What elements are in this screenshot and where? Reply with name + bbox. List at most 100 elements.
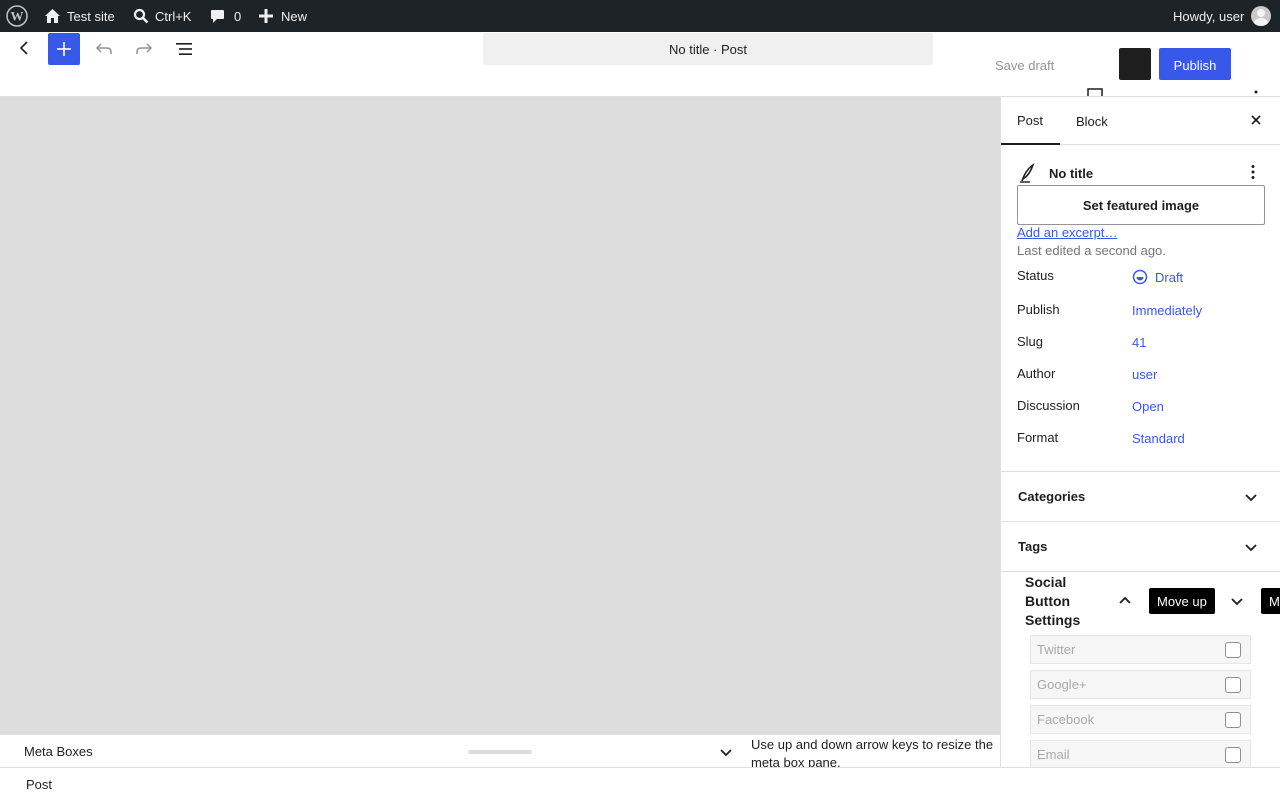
categories-title: Categories bbox=[1018, 489, 1086, 504]
chevron-down-icon bbox=[1243, 489, 1259, 508]
slug-row: Slug 41 bbox=[1017, 334, 1267, 354]
status-value[interactable]: Draft bbox=[1132, 269, 1183, 285]
publish-label: Publish bbox=[1017, 302, 1060, 317]
discussion-label: Discussion bbox=[1017, 398, 1080, 413]
discussion-row: Discussion Open bbox=[1017, 398, 1267, 418]
social-field-email[interactable]: Email bbox=[1030, 740, 1251, 767]
move-down-tooltip: M bbox=[1261, 588, 1280, 614]
editor-header: No title · Post bbox=[0, 32, 1280, 96]
settings-toggle-button[interactable] bbox=[1119, 48, 1151, 80]
set-featured-image-button[interactable]: Set featured image bbox=[1017, 185, 1265, 225]
avatar[interactable] bbox=[1251, 6, 1271, 26]
post-actions-button[interactable] bbox=[1251, 164, 1255, 183]
social-field-label: Email bbox=[1037, 747, 1070, 762]
close-sidebar-button[interactable] bbox=[1249, 113, 1263, 130]
slug-label: Slug bbox=[1017, 334, 1044, 349]
site-name: Test site bbox=[67, 8, 115, 24]
social-field-label: Google+ bbox=[1037, 677, 1087, 692]
more-vertical-icon bbox=[1251, 165, 1255, 179]
search-icon bbox=[133, 8, 149, 24]
publish-button[interactable]: Publish bbox=[1159, 48, 1231, 80]
comments-link[interactable]: 0 bbox=[210, 0, 241, 32]
add-excerpt-link[interactable]: Add an excerpt… bbox=[1017, 225, 1117, 240]
close-icon bbox=[1251, 115, 1261, 125]
document-overview-button[interactable] bbox=[172, 38, 196, 60]
new-label: New bbox=[281, 8, 308, 24]
redo-button[interactable] bbox=[132, 38, 156, 60]
draft-status-icon bbox=[1132, 269, 1148, 285]
document-bar[interactable]: No title · Post bbox=[483, 33, 933, 65]
comments-count: 0 bbox=[234, 8, 242, 24]
svg-text:W: W bbox=[11, 9, 24, 24]
social-field-facebook[interactable]: Facebook bbox=[1030, 705, 1251, 734]
publish-value[interactable]: Immediately bbox=[1132, 303, 1202, 318]
meta-boxes-bar[interactable]: Meta Boxes Use up and down arrow keys to… bbox=[0, 734, 1000, 770]
format-row: Format Standard bbox=[1017, 430, 1267, 450]
social-field-label: Twitter bbox=[1037, 642, 1076, 657]
last-edited-text: Last edited a second ago. bbox=[1017, 243, 1166, 258]
admin-bar: W Test site Ctrl+K 0 New Howdy, user bbox=[0, 0, 1280, 32]
document-title: No title · Post bbox=[668, 41, 748, 57]
wordpress-logo-icon[interactable]: W bbox=[6, 0, 28, 32]
divider bbox=[1001, 571, 1280, 572]
chevron-left-icon bbox=[19, 41, 28, 55]
format-value[interactable]: Standard bbox=[1132, 431, 1185, 446]
new-content-link[interactable]: New bbox=[259, 0, 307, 32]
post-card-title: No title bbox=[1049, 165, 1094, 181]
status-label: Status bbox=[1017, 268, 1054, 283]
my-account-link[interactable]: Howdy, user bbox=[1173, 0, 1244, 32]
slug-value[interactable]: 41 bbox=[1132, 335, 1146, 350]
plus-icon bbox=[259, 9, 273, 23]
move-up-tooltip: Move up bbox=[1149, 588, 1215, 614]
author-value[interactable]: user bbox=[1132, 367, 1157, 382]
social-field-twitter[interactable]: Twitter bbox=[1030, 635, 1251, 664]
move-up-button[interactable] bbox=[1117, 593, 1133, 612]
site-name-link[interactable]: Test site bbox=[44, 0, 115, 32]
chevron-down-icon bbox=[1243, 539, 1259, 558]
settings-sidebar: Post Block No title Set featured image A… bbox=[1000, 96, 1280, 767]
list-view-icon bbox=[176, 43, 192, 55]
status-row: Status Draft bbox=[1017, 268, 1267, 288]
twitter-checkbox[interactable] bbox=[1225, 642, 1241, 658]
meta-boxes-title: Meta Boxes bbox=[24, 744, 93, 759]
author-row: Author user bbox=[1017, 366, 1267, 386]
social-button-settings-title: Social Button Settings bbox=[1025, 574, 1081, 628]
block-inserter-button[interactable] bbox=[48, 33, 80, 65]
breadcrumb[interactable]: Post bbox=[26, 777, 52, 792]
author-label: Author bbox=[1017, 366, 1056, 381]
sidebar-tabs: Post Block bbox=[1001, 97, 1280, 145]
undo-icon bbox=[95, 43, 112, 54]
google-plus-checkbox[interactable] bbox=[1225, 677, 1241, 693]
tab-post[interactable]: Post bbox=[1001, 97, 1060, 145]
categories-panel[interactable]: Categories bbox=[1001, 471, 1280, 521]
editor-footer: Post bbox=[0, 767, 1280, 800]
chevron-down-icon bbox=[720, 749, 732, 757]
undo-button[interactable] bbox=[92, 38, 116, 60]
meta-boxes-toggle-button[interactable] bbox=[718, 744, 734, 763]
post-icon bbox=[1020, 163, 1035, 183]
facebook-checkbox[interactable] bbox=[1225, 712, 1241, 728]
email-checkbox[interactable] bbox=[1225, 747, 1241, 763]
post-card: No title bbox=[1017, 163, 1265, 183]
tags-panel[interactable]: Tags bbox=[1001, 521, 1280, 571]
editor-canvas[interactable] bbox=[0, 96, 1000, 734]
comment-icon bbox=[211, 9, 224, 23]
tags-title: Tags bbox=[1018, 539, 1048, 554]
move-down-button[interactable] bbox=[1229, 593, 1245, 612]
discussion-value[interactable]: Open bbox=[1132, 399, 1164, 414]
search-shortcut: Ctrl+K bbox=[155, 8, 192, 24]
back-button[interactable] bbox=[12, 38, 36, 58]
social-field-google-plus[interactable]: Google+ bbox=[1030, 670, 1251, 699]
chevron-down-icon bbox=[1231, 598, 1243, 606]
plus-icon bbox=[57, 42, 71, 56]
tab-block[interactable]: Block bbox=[1076, 97, 1108, 145]
resize-handle[interactable] bbox=[468, 750, 532, 754]
status-value-text: Draft bbox=[1155, 269, 1184, 285]
home-icon bbox=[45, 9, 60, 23]
redo-icon bbox=[136, 43, 153, 54]
save-draft-button[interactable]: Save draft bbox=[995, 58, 1054, 73]
command-palette-link[interactable]: Ctrl+K bbox=[133, 0, 191, 32]
format-label: Format bbox=[1017, 430, 1059, 445]
chevron-up-icon bbox=[1119, 596, 1131, 604]
howdy-text: Howdy, user bbox=[1173, 8, 1245, 24]
